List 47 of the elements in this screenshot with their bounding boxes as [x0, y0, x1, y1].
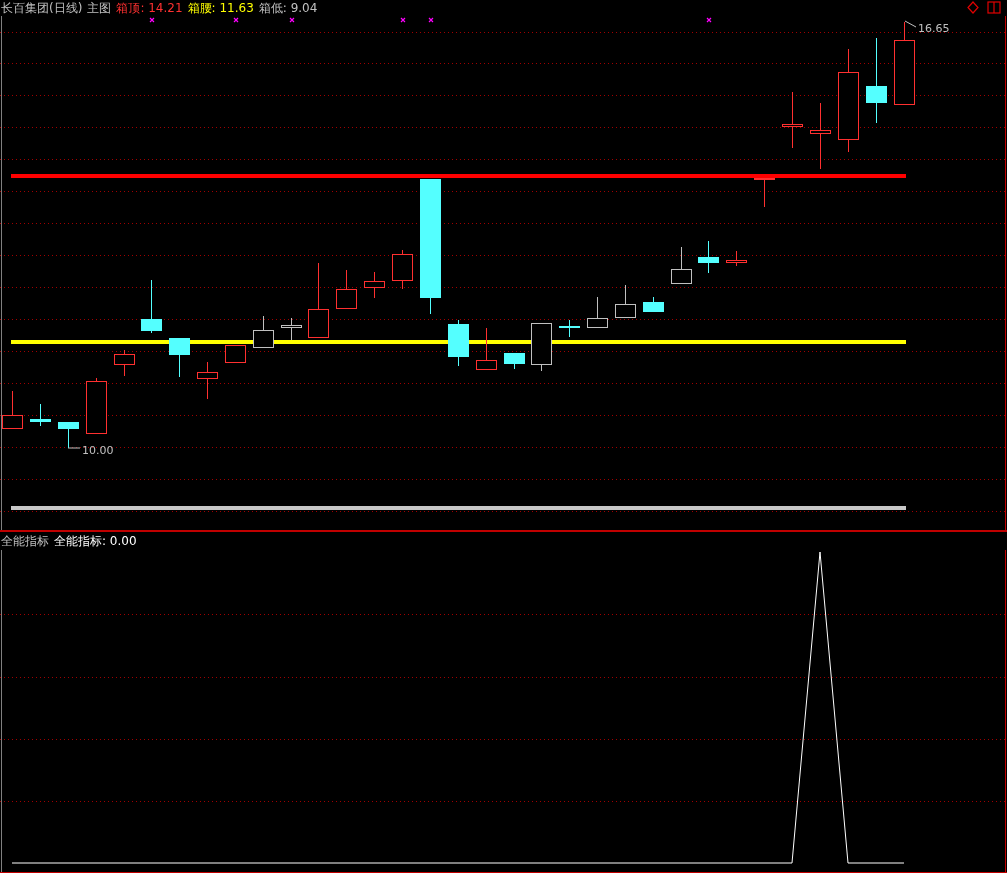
- candlestick: [476, 327, 497, 370]
- chart-mode-label: 主图: [87, 0, 112, 17]
- candlestick: [392, 249, 413, 290]
- diamond-icon[interactable]: [967, 1, 979, 14]
- candlestick: [698, 240, 719, 274]
- signal-mark-icon: [289, 17, 295, 23]
- indicator-reading: 全能指标: 0.00: [54, 532, 137, 550]
- price-label: 10.00: [82, 444, 114, 457]
- candlestick: [58, 421, 79, 449]
- leader-line: [67, 447, 81, 449]
- signal-mark-icon: [149, 17, 155, 23]
- candlestick: [197, 361, 218, 400]
- candlestick: [448, 319, 469, 367]
- candlestick: [531, 322, 552, 372]
- signal-mark-icon: [706, 17, 712, 23]
- candlestick: [86, 377, 107, 434]
- candlestick: [281, 317, 302, 341]
- candlestick: [336, 269, 357, 309]
- candlestick: [169, 337, 190, 378]
- candlestick: [504, 352, 525, 370]
- legend-value: 箱低: 9.04: [258, 0, 318, 17]
- stock-title: 长百集团(日线): [1, 0, 83, 17]
- price-label: 16.65: [918, 22, 950, 35]
- candlestick: [643, 296, 664, 313]
- legend-value: 箱顶: 14.21: [116, 0, 183, 17]
- candlestick: [615, 284, 636, 318]
- candlestick: [2, 390, 23, 429]
- candlestick: [364, 271, 385, 299]
- candlestick: [30, 403, 51, 427]
- leader-line: [904, 20, 917, 28]
- candlestick: [782, 91, 803, 149]
- candlestick: [754, 177, 775, 208]
- indicator-name: 全能指标: [1, 532, 49, 550]
- legend-value: 箱腰: 11.63: [187, 0, 254, 17]
- candlestick: [587, 296, 608, 328]
- candlestick: [253, 315, 274, 348]
- signal-mark-icon: [428, 17, 434, 23]
- candlestick: [559, 319, 580, 338]
- candlestick: [114, 349, 135, 377]
- signal-mark-icon: [400, 17, 406, 23]
- signal-mark-icon: [233, 17, 239, 23]
- candlestick: [671, 246, 692, 284]
- candlestick: [225, 344, 246, 363]
- window-icon[interactable]: [987, 1, 1001, 14]
- candlestick: [810, 102, 831, 170]
- candlestick: [726, 250, 747, 267]
- candlestick: [141, 279, 162, 334]
